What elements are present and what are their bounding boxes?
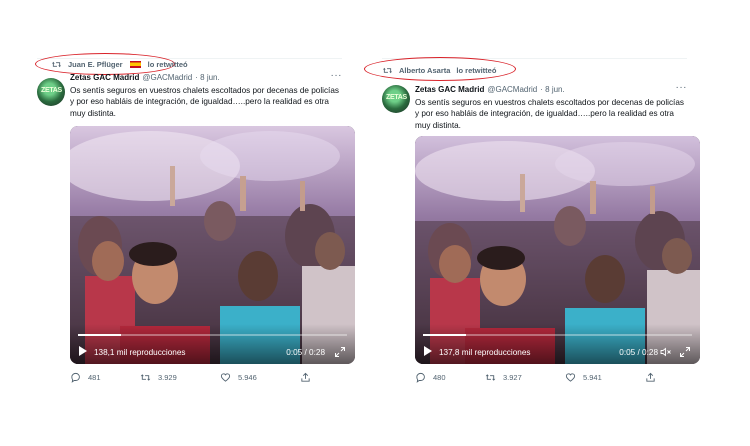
video-time: 0:05 / 0:28 [286,348,325,357]
tweet-text: Os sentís seguros en vuestros chalets es… [415,98,684,130]
reply-icon [71,372,80,383]
more-options-button[interactable]: ··· [676,82,688,93]
retweet-label: lo retwitteó [456,66,497,75]
like-count: 5.941 [583,373,602,382]
avatar[interactable]: ZETAS [37,78,65,106]
reply-count: 481 [88,373,101,382]
progress-fill [423,334,467,336]
share-button[interactable] [645,372,656,383]
retweeter-name[interactable]: Juan E. Pflüger [68,60,123,69]
like-icon [220,373,231,382]
flag-icon [129,61,141,68]
tweet-header: Zetas GAC Madrid @GACMadrid · 8 jun. [70,73,220,82]
tweet-card-1[interactable]: Juan E. Pflüger lo retwitteó ZETAS Zetas… [35,53,355,398]
player-controls: 137,8 mil reproducciones 0:05 / 0:28 [415,324,700,364]
author-handle[interactable]: @GACMadrid [142,73,192,82]
retweet-button[interactable]: 3.929 [140,372,177,383]
video-player[interactable]: 137,8 mil reproducciones 0:05 / 0:28 [415,136,700,364]
reply-button[interactable]: 481 [70,372,101,383]
like-button[interactable]: 5.946 [220,372,257,383]
play-icon[interactable] [424,346,432,356]
retweet-icon [140,374,151,381]
play-icon[interactable] [79,346,87,356]
player-controls: 138,1 mil reproducciones 0:05 / 0:28 [70,324,355,364]
retweet-context[interactable]: Alberto Asarta lo retwitteó [382,66,496,75]
retweet-button[interactable]: 3.927 [485,372,522,383]
tweet-header: Zetas GAC Madrid @GACMadrid · 8 jun. [415,85,565,94]
avatar-text: ZETAS [41,87,62,94]
view-count: 138,1 mil reproducciones [94,348,186,357]
progress-fill [78,334,122,336]
more-options-button[interactable]: ··· [331,70,343,81]
tweet-card-2[interactable]: Alberto Asarta lo retwitteó ZETAS Zetas … [364,57,700,398]
retweet-context[interactable]: Juan E. Pflüger lo retwitteó [51,60,188,69]
reply-button[interactable]: 480 [415,372,446,383]
author-handle[interactable]: @GACMadrid [487,85,537,94]
share-button[interactable] [300,372,311,383]
avatar-text: ZETAS [386,94,407,101]
tweet-actions: 481 3.929 5.946 [70,372,320,386]
tweet-text: Os sentís seguros en vuestros chalets es… [70,86,339,118]
author-name[interactable]: Zetas GAC Madrid [415,85,484,94]
retweet-label: lo retwitteó [147,60,188,69]
tweet-date[interactable]: · 8 jun. [540,85,564,94]
mute-icon[interactable] [660,347,672,357]
retweeter-name[interactable]: Alberto Asarta [399,66,450,75]
tweet-date[interactable]: · 8 jun. [195,73,219,82]
author-name[interactable]: Zetas GAC Madrid [70,73,139,82]
retweet-count: 3.927 [503,373,522,382]
retweet-icon [485,374,496,381]
share-icon [301,372,310,382]
like-button[interactable]: 5.941 [565,372,602,383]
retweet-icon [52,61,61,68]
fullscreen-icon[interactable] [334,346,346,358]
retweet-icon [383,67,392,74]
retweet-count: 3.929 [158,373,177,382]
progress-bar[interactable] [423,334,692,336]
fullscreen-icon[interactable] [679,346,691,358]
tweet-actions: 480 3.927 5.941 [415,372,665,386]
progress-bar[interactable] [78,334,347,336]
reply-icon [416,372,425,383]
share-icon [646,372,655,382]
avatar[interactable]: ZETAS [382,85,410,113]
video-time: 0:05 / 0:28 [619,348,658,357]
like-icon [565,373,576,382]
video-player[interactable]: 138,1 mil reproducciones 0:05 / 0:28 [70,126,355,364]
reply-count: 480 [433,373,446,382]
view-count: 137,8 mil reproducciones [439,348,531,357]
like-count: 5.946 [238,373,257,382]
